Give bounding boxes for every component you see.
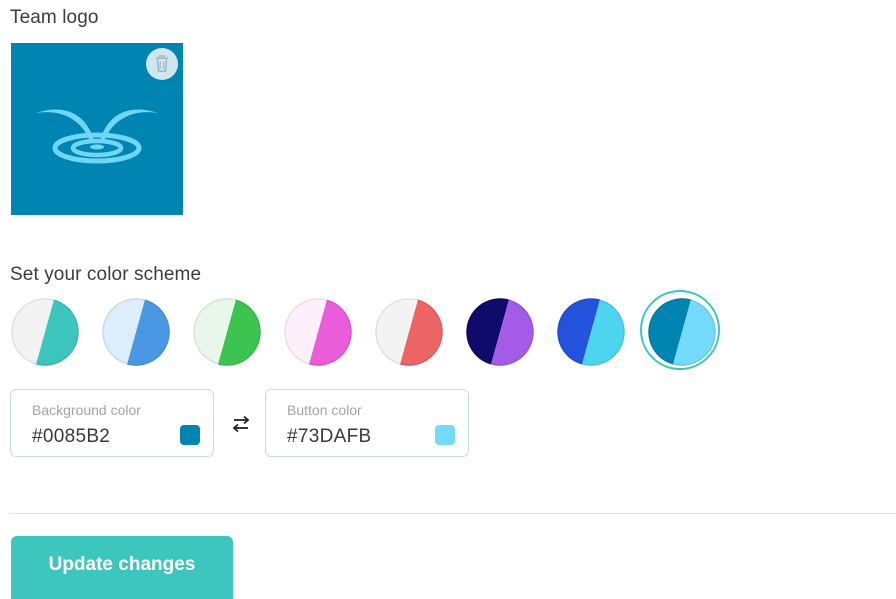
button-color-chip[interactable]: [435, 425, 455, 445]
color-scheme-swatch[interactable]: [557, 298, 625, 366]
background-color-label: Background color: [32, 402, 141, 418]
color-scheme-label: Set your color scheme: [10, 264, 202, 285]
color-scheme-swatch[interactable]: [284, 298, 352, 366]
color-scheme-swatch[interactable]: [11, 298, 79, 366]
swap-colors-button[interactable]: [229, 413, 253, 435]
section-divider: [10, 513, 896, 514]
update-changes-button[interactable]: Update changes: [11, 536, 233, 599]
background-color-field[interactable]: Background color #0085B2: [10, 389, 214, 457]
trash-icon: [156, 55, 168, 72]
color-scheme-swatch[interactable]: [193, 298, 261, 366]
color-scheme-swatch[interactable]: [640, 290, 720, 370]
button-color-label: Button color: [287, 402, 362, 418]
color-scheme-swatch[interactable]: [102, 298, 170, 366]
button-color-value[interactable]: #73DAFB: [287, 426, 371, 448]
button-color-field[interactable]: Button color #73DAFB: [265, 389, 469, 457]
selected-swatch-ring: [640, 290, 720, 370]
color-scheme-swatch[interactable]: [466, 298, 534, 366]
team-logo-label: Team logo: [10, 7, 99, 28]
color-scheme-swatch[interactable]: [375, 298, 443, 366]
swap-arrows-icon: [232, 415, 250, 433]
background-color-chip[interactable]: [180, 425, 200, 445]
background-color-value[interactable]: #0085B2: [32, 426, 110, 448]
team-logo-preview[interactable]: [11, 43, 183, 215]
delete-logo-button[interactable]: [146, 48, 178, 80]
